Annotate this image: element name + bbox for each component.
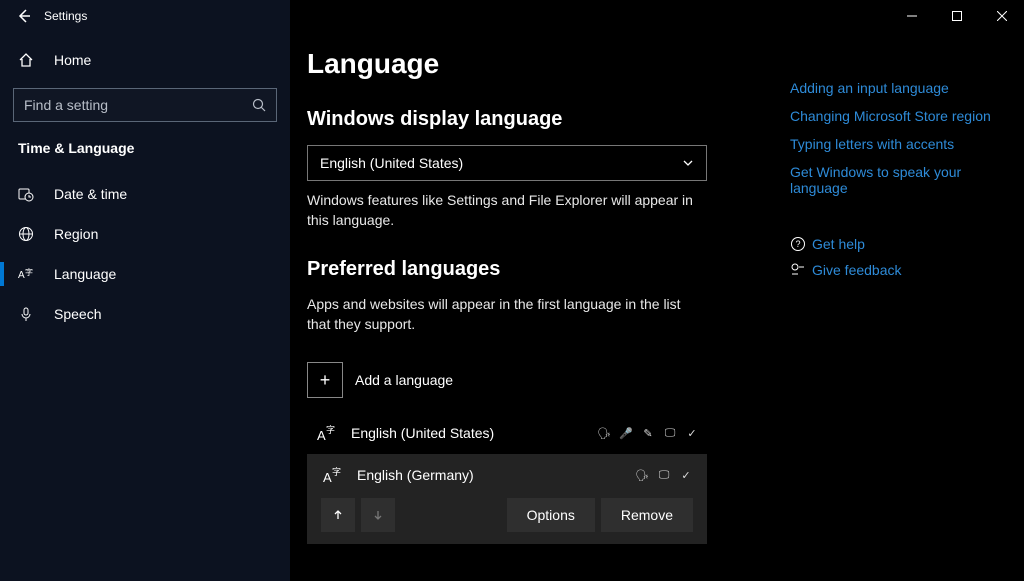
sidebar-item-label: Date & time — [54, 186, 127, 202]
svg-text:字: 字 — [326, 424, 335, 435]
app-title: Settings — [44, 9, 87, 23]
give-feedback-label: Give feedback — [812, 262, 902, 278]
give-feedback-row[interactable]: Give feedback — [790, 262, 1010, 278]
display-language-value: English (United States) — [320, 155, 463, 171]
globe-icon — [18, 226, 34, 242]
language-name: English (Germany) — [357, 467, 635, 483]
language-features: 🗣 🖵 ✓ — [635, 469, 693, 482]
search-input[interactable]: Find a setting — [13, 88, 277, 122]
preferred-languages-desc: Apps and websites will appear in the fir… — [307, 295, 707, 334]
language-row-en-de[interactable]: A字 English (Germany) 🗣 🖵 ✓ Options Remove — [307, 454, 707, 544]
titlebar: Settings — [0, 0, 1024, 32]
link-windows-speak[interactable]: Get Windows to speak your language — [790, 164, 1010, 196]
display-language-heading: Windows display language — [307, 108, 767, 131]
sidebar-item-region[interactable]: Region — [0, 214, 290, 254]
display-language-desc: Windows features like Settings and File … — [307, 191, 707, 230]
svg-text:A: A — [18, 270, 25, 281]
search-icon — [252, 98, 266, 112]
sidebar-item-date-time[interactable]: Date & time — [0, 174, 290, 214]
language-icon: A字 — [18, 266, 34, 282]
preferred-languages-heading: Preferred languages — [307, 258, 767, 281]
sidebar-item-label: Region — [54, 226, 98, 242]
spellcheck-icon: ✓ — [679, 469, 693, 482]
sidebar: Home Find a setting Time & Language Date… — [0, 32, 290, 581]
sidebar-item-language[interactable]: A字 Language — [0, 254, 290, 294]
back-arrow-icon — [17, 9, 31, 23]
spellcheck-icon: ✓ — [685, 427, 699, 440]
display-icon: 🖵 — [657, 469, 671, 482]
add-language-label: Add a language — [355, 372, 453, 388]
handwriting-icon: ✎ — [641, 427, 655, 440]
display-icon: 🖵 — [663, 427, 677, 440]
tts-icon: 🗣 — [597, 427, 611, 440]
language-glyph-icon: A字 — [323, 464, 347, 486]
calendar-clock-icon — [18, 186, 34, 202]
svg-text:A: A — [317, 428, 326, 443]
sidebar-home[interactable]: Home — [0, 40, 290, 80]
microphone-icon — [18, 306, 34, 322]
back-button[interactable] — [8, 0, 40, 32]
maximize-button[interactable] — [934, 0, 979, 32]
speech-icon: 🎤 — [619, 427, 633, 440]
add-language-button[interactable]: + Add a language — [307, 362, 767, 398]
link-changing-store-region[interactable]: Changing Microsoft Store region — [790, 108, 1010, 124]
language-row-en-us[interactable]: A字 English (United States) 🗣 🎤 ✎ 🖵 ✓ — [307, 412, 707, 454]
link-typing-accents[interactable]: Typing letters with accents — [790, 136, 1010, 152]
close-button[interactable] — [979, 0, 1024, 32]
svg-text:?: ? — [796, 239, 801, 249]
minimize-button[interactable] — [889, 0, 934, 32]
related-links: Adding an input language Changing Micros… — [790, 80, 1010, 278]
move-up-button[interactable] — [321, 498, 355, 532]
remove-button[interactable]: Remove — [601, 498, 693, 532]
page-title: Language — [307, 48, 767, 80]
svg-text:A: A — [323, 470, 332, 485]
language-features: 🗣 🎤 ✎ 🖵 ✓ — [597, 427, 699, 440]
search-placeholder: Find a setting — [24, 97, 108, 113]
sidebar-home-label: Home — [54, 52, 91, 68]
language-name: English (United States) — [351, 425, 597, 441]
sidebar-section-title: Time & Language — [0, 140, 290, 174]
home-icon — [18, 52, 34, 68]
language-glyph-icon: A字 — [317, 422, 341, 444]
get-help-row[interactable]: ? Get help — [790, 236, 1010, 252]
display-language-dropdown[interactable]: English (United States) — [307, 145, 707, 181]
svg-text:字: 字 — [332, 466, 341, 477]
get-help-label: Get help — [812, 236, 865, 252]
options-button[interactable]: Options — [507, 498, 595, 532]
tts-icon: 🗣 — [635, 469, 649, 482]
feedback-icon — [790, 262, 812, 278]
sidebar-item-label: Language — [54, 266, 116, 282]
sidebar-item-speech[interactable]: Speech — [0, 294, 290, 334]
svg-text:字: 字 — [25, 267, 33, 277]
help-icon: ? — [790, 236, 812, 252]
plus-icon: + — [307, 362, 343, 398]
chevron-down-icon — [682, 157, 694, 169]
move-down-button[interactable] — [361, 498, 395, 532]
sidebar-item-label: Speech — [54, 306, 101, 322]
link-adding-input-language[interactable]: Adding an input language — [790, 80, 1010, 96]
main-content: Language Windows display language Englis… — [307, 32, 767, 564]
